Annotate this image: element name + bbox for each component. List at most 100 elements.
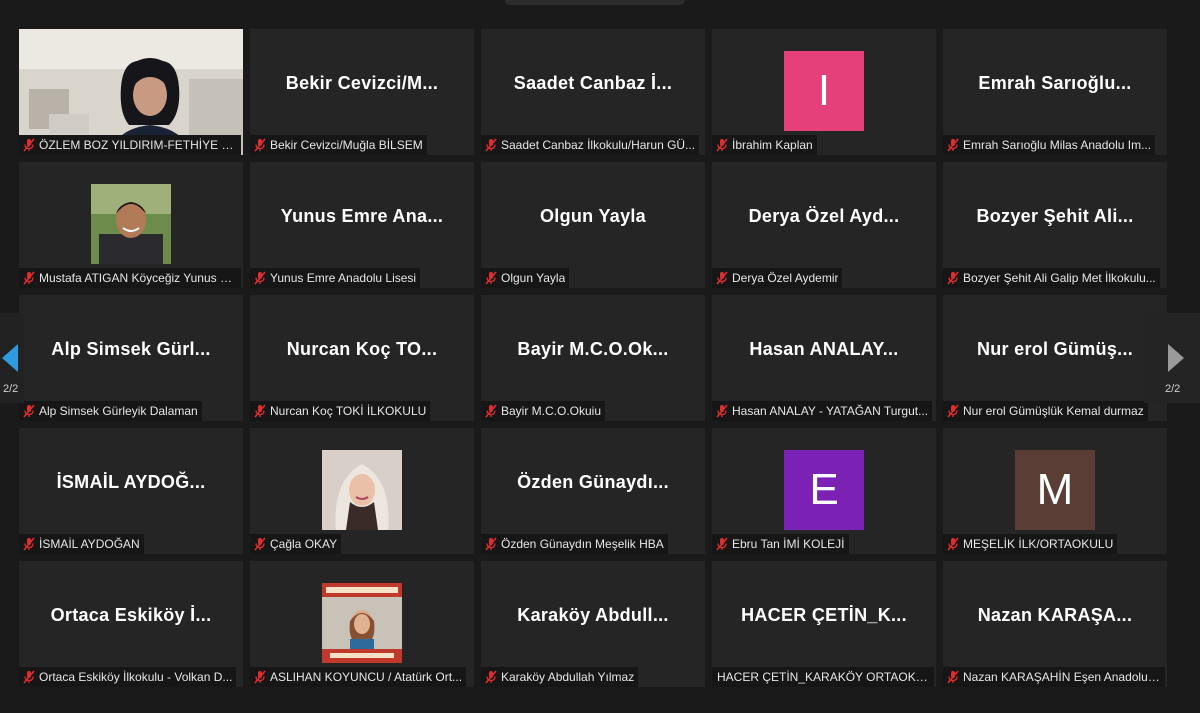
participant-name-label: Mustafa ATIGAN Köyceğiz Yunus E... bbox=[39, 271, 237, 285]
participant-display-name: Bekir Cevizci/M... bbox=[285, 72, 439, 93]
participant-photo bbox=[322, 583, 402, 663]
participant-display-name: Ortaca Eskiköy İ... bbox=[50, 604, 212, 625]
participant-name-bar: ÖZLEM BOZ YILDIRIM-FETHİYE BE... bbox=[19, 135, 241, 155]
muted-mic-icon bbox=[947, 537, 959, 551]
muted-mic-icon bbox=[485, 138, 497, 152]
muted-mic-icon bbox=[716, 138, 728, 152]
participant-tile[interactable]: Özden Günaydı... Özden Günaydın Meşelik H… bbox=[481, 428, 705, 554]
participant-display-name: Saadet Canbaz İ... bbox=[513, 72, 673, 93]
participant-tile[interactable]: Ortaca Eskiköy İ... Ortaca Eskiköy İlkoku… bbox=[19, 561, 243, 687]
participant-tile[interactable]: Bayir M.C.O.Ok... Bayir M.C.O.Okuiu bbox=[481, 295, 705, 421]
muted-mic-icon bbox=[485, 404, 497, 418]
muted-mic-icon bbox=[716, 271, 728, 285]
participant-name-label: Hasan ANALAY - YATAĞAN Turgut... bbox=[732, 404, 929, 418]
participant-name-bar: Ortaca Eskiköy İlkokulu - Volkan D... bbox=[19, 667, 237, 687]
participant-name-label: Özden Günaydın Meşelik HBA bbox=[501, 537, 664, 551]
participant-name-label: Ortaca Eskiköy İlkokulu - Volkan D... bbox=[39, 670, 233, 684]
participant-tile[interactable]: ÖZLEM BOZ YILDIRIM-FETHİYE BE... bbox=[19, 29, 243, 155]
participant-name-label: ASLIHAN KOYUNCU / Atatürk Ort... bbox=[270, 670, 463, 684]
participant-display-name: Bayir M.C.O.Ok... bbox=[517, 338, 669, 359]
avatar-initial: I bbox=[817, 66, 831, 115]
participant-photo bbox=[322, 450, 402, 530]
participant-name-bar: Nurcan Koç TOKİ İLKOKULU bbox=[250, 401, 431, 421]
participant-tile[interactable]: Emrah Sarıoğlu... Emrah Sarıoğlu Milas An… bbox=[943, 29, 1167, 155]
participant-name-label: MEŞELİK İLK/ORTAOKULU bbox=[963, 537, 1114, 551]
participant-name-label: Bekir Cevizci/Muğla BİLSEM bbox=[270, 138, 423, 152]
participant-tile[interactable]: Çağla OKAY bbox=[250, 428, 474, 554]
participant-tile[interactable]: Derya Özel Ayd... Derya Özel Aydemir bbox=[712, 162, 936, 288]
participant-display-name: Yunus Emre Ana... bbox=[280, 205, 444, 226]
participant-name-label: ÖZLEM BOZ YILDIRIM-FETHİYE BE... bbox=[39, 138, 237, 152]
participant-display-name: Hasan ANALAY... bbox=[749, 338, 899, 359]
participant-tile[interactable]: Alp Simsek Gürl... Alp Simsek Gürleyik Da… bbox=[19, 295, 243, 421]
participant-display-name: HACER ÇETİN_K... bbox=[741, 604, 907, 625]
muted-mic-icon bbox=[947, 404, 959, 418]
page-indicator-left: 2/2 bbox=[3, 383, 19, 395]
participant-tile[interactable]: Nur erol Gümüş... Nur erol Gümüşlük Kemal… bbox=[943, 295, 1167, 421]
participant-tile[interactable]: Yunus Emre Ana... Yunus Emre Anadolu Lise… bbox=[250, 162, 474, 288]
muted-mic-icon bbox=[254, 404, 266, 418]
participant-name-label: HACER ÇETİN_KARAKÖY ORTAOKULU bbox=[717, 670, 930, 684]
participant-name-bar: Özden Günaydın Meşelik HBA bbox=[481, 534, 668, 554]
muted-mic-icon bbox=[254, 271, 266, 285]
muted-mic-icon bbox=[947, 670, 959, 684]
participant-tile[interactable]: ASLIHAN KOYUNCU / Atatürk Ort... bbox=[250, 561, 474, 687]
participant-display-name: Nazan KARAŞA... bbox=[977, 604, 1133, 625]
participant-tile[interactable]: E Ebru Tan İMİ KOLEJİ bbox=[712, 428, 936, 554]
muted-mic-icon bbox=[254, 670, 266, 684]
participant-name-bar: HACER ÇETİN_KARAKÖY ORTAOKULU bbox=[712, 667, 934, 687]
participant-name-label: İbrahim Kaplan bbox=[732, 138, 813, 152]
muted-mic-icon bbox=[23, 138, 35, 152]
participant-name-label: Saadet Canbaz İlkokulu/Harun GÜ... bbox=[501, 138, 696, 152]
participant-name-bar: Yunus Emre Anadolu Lisesi bbox=[250, 268, 421, 288]
participant-tile[interactable]: Saadet Canbaz İ... Saadet Canbaz İlkokulu… bbox=[481, 29, 705, 155]
participant-name-bar: Bozyer Şehit Ali Galip Met İlkokulu... bbox=[943, 268, 1160, 288]
muted-mic-icon bbox=[23, 670, 35, 684]
participant-name-label: Nazan KARAŞAHİN Eşen Anadolu ... bbox=[963, 670, 1161, 684]
participant-display-name: Olgun Yayla bbox=[539, 205, 646, 226]
participant-name-bar: Mustafa ATIGAN Köyceğiz Yunus E... bbox=[19, 268, 241, 288]
participant-display-name: Nur erol Gümüş... bbox=[976, 338, 1134, 359]
participant-tile[interactable]: İSMAİL AYDOĞ... İSMAİL AYDOĞAN bbox=[19, 428, 243, 554]
participant-name-label: Yunus Emre Anadolu Lisesi bbox=[270, 271, 417, 285]
participant-avatar: I bbox=[784, 51, 864, 131]
participant-name-bar: Ebru Tan İMİ KOLEJİ bbox=[712, 534, 849, 554]
participant-name-bar: Hasan ANALAY - YATAĞAN Turgut... bbox=[712, 401, 933, 421]
muted-mic-icon bbox=[254, 537, 266, 551]
participant-name-bar: İbrahim Kaplan bbox=[712, 135, 817, 155]
participant-tile[interactable]: M MEŞELİK İLK/ORTAOKULU bbox=[943, 428, 1167, 554]
participant-tile[interactable]: I İbrahim Kaplan bbox=[712, 29, 936, 155]
participant-tile[interactable]: Karaköy Abdull... Karaköy Abdullah Yılmaz bbox=[481, 561, 705, 687]
participant-tile[interactable]: Olgun Yayla Olgun Yayla bbox=[481, 162, 705, 288]
muted-mic-icon bbox=[947, 271, 959, 285]
participant-name-label: Bozyer Şehit Ali Galip Met İlkokulu... bbox=[963, 271, 1156, 285]
toolbar-handle[interactable] bbox=[505, 0, 685, 5]
participant-name-label: Ebru Tan İMİ KOLEJİ bbox=[732, 537, 845, 551]
muted-mic-icon bbox=[485, 537, 497, 551]
participant-name-label: Nurcan Koç TOKİ İLKOKULU bbox=[270, 404, 427, 418]
participant-name-label: İSMAİL AYDOĞAN bbox=[39, 537, 140, 551]
participant-display-name: Derya Özel Ayd... bbox=[748, 205, 900, 226]
participant-tile[interactable]: Bozyer Şehit Ali... Bozyer Şehit Ali Gali… bbox=[943, 162, 1167, 288]
participant-name-label: Olgun Yayla bbox=[501, 271, 566, 285]
participant-name-bar: İSMAİL AYDOĞAN bbox=[19, 534, 144, 554]
participant-display-name: Nurcan Koç TO... bbox=[286, 338, 438, 359]
participant-name-bar: Emrah Sarıoğlu Milas Anadolu Im... bbox=[943, 135, 1156, 155]
participant-name-label: Derya Özel Aydemir bbox=[732, 271, 839, 285]
participant-avatar: E bbox=[784, 450, 864, 530]
participant-name-bar: Alp Simsek Gürleyik Dalaman bbox=[19, 401, 202, 421]
participant-tile[interactable]: Nazan KARAŞA... Nazan KARAŞAHİN Eşen Anad… bbox=[943, 561, 1167, 687]
participant-name-label: Emrah Sarıoğlu Milas Anadolu Im... bbox=[963, 138, 1152, 152]
participant-tile[interactable]: Bekir Cevizci/M... Bekir Cevizci/Muğla Bİ… bbox=[250, 29, 474, 155]
participant-name-label: Bayir M.C.O.Okuiu bbox=[501, 404, 602, 418]
participant-tile[interactable]: HACER ÇETİN_K... HACER ÇETİN_KARAKÖY ORTA… bbox=[712, 561, 936, 687]
participant-avatar: M bbox=[1015, 450, 1095, 530]
participant-name-label: Karaköy Abdullah Yılmaz bbox=[501, 670, 635, 684]
participant-tile[interactable]: Nurcan Koç TO... Nurcan Koç TOKİ İLKOKULU bbox=[250, 295, 474, 421]
participant-name-bar: Nazan KARAŞAHİN Eşen Anadolu ... bbox=[943, 667, 1165, 687]
participant-tile[interactable]: Hasan ANALAY... Hasan ANALAY - YATAĞAN Tu… bbox=[712, 295, 936, 421]
participant-name-bar: MEŞELİK İLK/ORTAOKULU bbox=[943, 534, 1118, 554]
participant-photo bbox=[91, 184, 171, 264]
participant-tile[interactable]: Mustafa ATIGAN Köyceğiz Yunus E... bbox=[19, 162, 243, 288]
muted-mic-icon bbox=[23, 404, 35, 418]
